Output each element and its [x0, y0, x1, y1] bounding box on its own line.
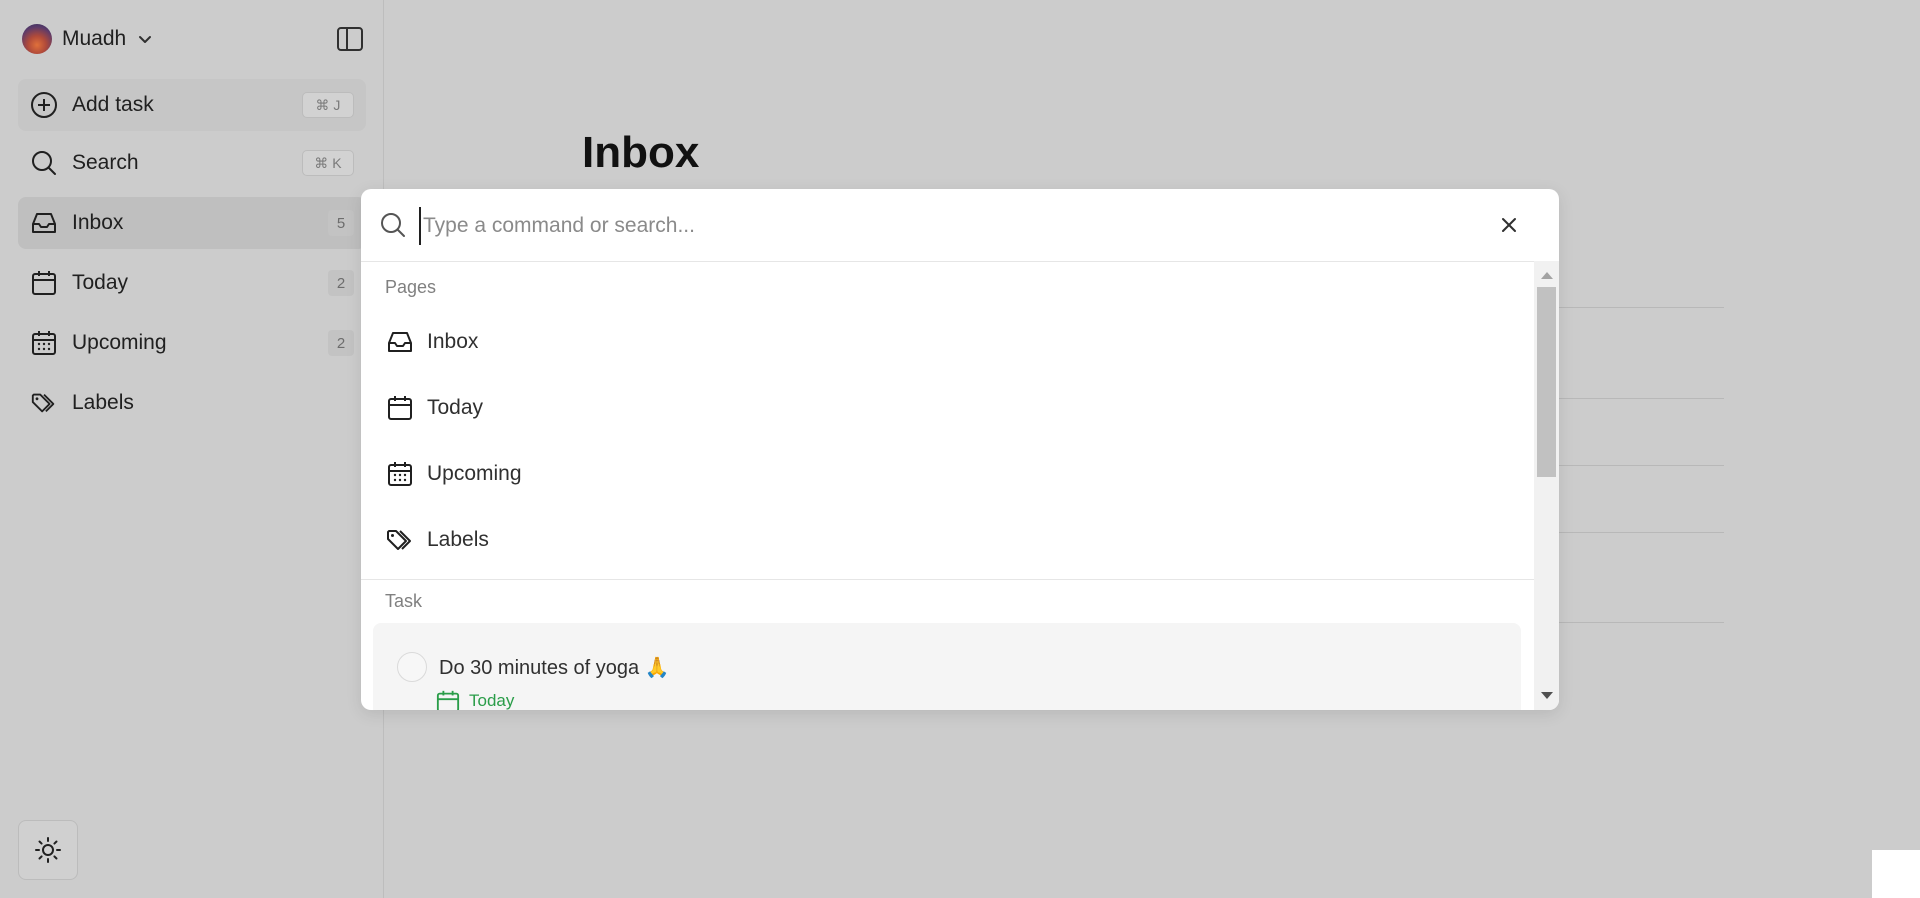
sidebar-item-label: Labels: [72, 391, 134, 414]
command-palette: Pages Inbox Today Upcoming Labels Task D…: [361, 189, 1559, 710]
sidebar-item-inbox[interactable]: Inbox 5: [18, 197, 366, 249]
tags-icon: [30, 389, 58, 417]
command-item-label: Today: [427, 396, 484, 419]
close-icon[interactable]: [1497, 213, 1521, 237]
divider: [1540, 532, 1724, 533]
sidebar-toggle-icon: [337, 27, 363, 51]
add-task-label: Add task: [72, 93, 154, 116]
command-search-input[interactable]: [419, 207, 1475, 245]
sidebar-item-label: Search: [72, 151, 139, 174]
sidebar-item-search[interactable]: Search ⌘ K: [18, 137, 366, 189]
command-item-labels[interactable]: Labels: [385, 520, 1385, 560]
chevron-down-icon: [139, 36, 152, 43]
count-badge: 5: [328, 210, 354, 236]
inbox-icon: [30, 209, 58, 237]
shortcut-badge: ⌘ J: [302, 92, 354, 118]
task-result-row[interactable]: Do 30 minutes of yoga 🙏 Today: [373, 623, 1521, 710]
page-title: Inbox: [582, 128, 700, 177]
avatar: [22, 24, 52, 54]
command-item-upcoming[interactable]: Upcoming: [385, 454, 1385, 494]
command-item-label: Labels: [427, 528, 489, 551]
add-task-button[interactable]: Add task ⌘ J: [18, 79, 366, 131]
sidebar: Muadh Add task ⌘ J Search ⌘ K Inbox 5 To…: [0, 0, 384, 898]
calendar-icon: [30, 269, 58, 297]
task-title: Do 30 minutes of yoga 🙏: [439, 657, 670, 679]
shortcut-badge: ⌘ K: [302, 150, 354, 176]
task-due-label: Today: [469, 691, 515, 710]
calendar-icon: [436, 690, 460, 710]
sidebar-item-labels[interactable]: Labels: [18, 377, 366, 429]
tags-icon: [385, 525, 415, 555]
sidebar-item-label: Inbox: [72, 211, 124, 234]
sidebar-item-upcoming[interactable]: Upcoming 2: [18, 317, 366, 369]
sidebar-item-label: Upcoming: [72, 331, 167, 354]
section-heading-task: Task: [385, 591, 423, 611]
scroll-up-arrow[interactable]: [1541, 272, 1553, 279]
count-badge: 2: [328, 330, 354, 356]
count-badge: 2: [328, 270, 354, 296]
calendar-grid-icon: [385, 459, 415, 489]
divider: [1540, 622, 1724, 623]
command-item-label: Inbox: [427, 330, 479, 353]
command-item-label: Upcoming: [427, 462, 522, 485]
search-icon: [30, 149, 58, 177]
palette-scrollbar[interactable]: [1534, 261, 1559, 710]
section-heading-pages: Pages: [385, 277, 437, 297]
divider: [1540, 307, 1724, 308]
inbox-icon: [385, 327, 415, 357]
divider: [1540, 465, 1724, 466]
palette-header: [361, 189, 1559, 262]
scrollbar-thumb[interactable]: [1537, 287, 1556, 477]
scroll-down-arrow[interactable]: [1541, 692, 1553, 699]
command-item-inbox[interactable]: Inbox: [385, 322, 1385, 362]
sidebar-item-today[interactable]: Today 2: [18, 257, 366, 309]
sidebar-item-label: Today: [72, 271, 129, 294]
theme-toggle-button[interactable]: [18, 820, 78, 880]
user-menu[interactable]: Muadh: [22, 24, 154, 54]
user-name: Muadh: [62, 27, 127, 50]
sun-icon: [35, 837, 61, 863]
command-item-today[interactable]: Today: [385, 388, 1385, 428]
section-divider: [361, 579, 1534, 580]
corner-panel: [1872, 850, 1920, 898]
calendar-grid-icon: [30, 329, 58, 357]
search-icon: [381, 213, 405, 237]
plus-circle-icon: [30, 91, 58, 119]
task-due-date: Today: [435, 689, 514, 710]
toggle-sidebar-button[interactable]: [336, 26, 364, 52]
divider: [1540, 398, 1724, 399]
task-complete-checkbox[interactable]: [397, 652, 427, 682]
calendar-icon: [385, 393, 415, 423]
